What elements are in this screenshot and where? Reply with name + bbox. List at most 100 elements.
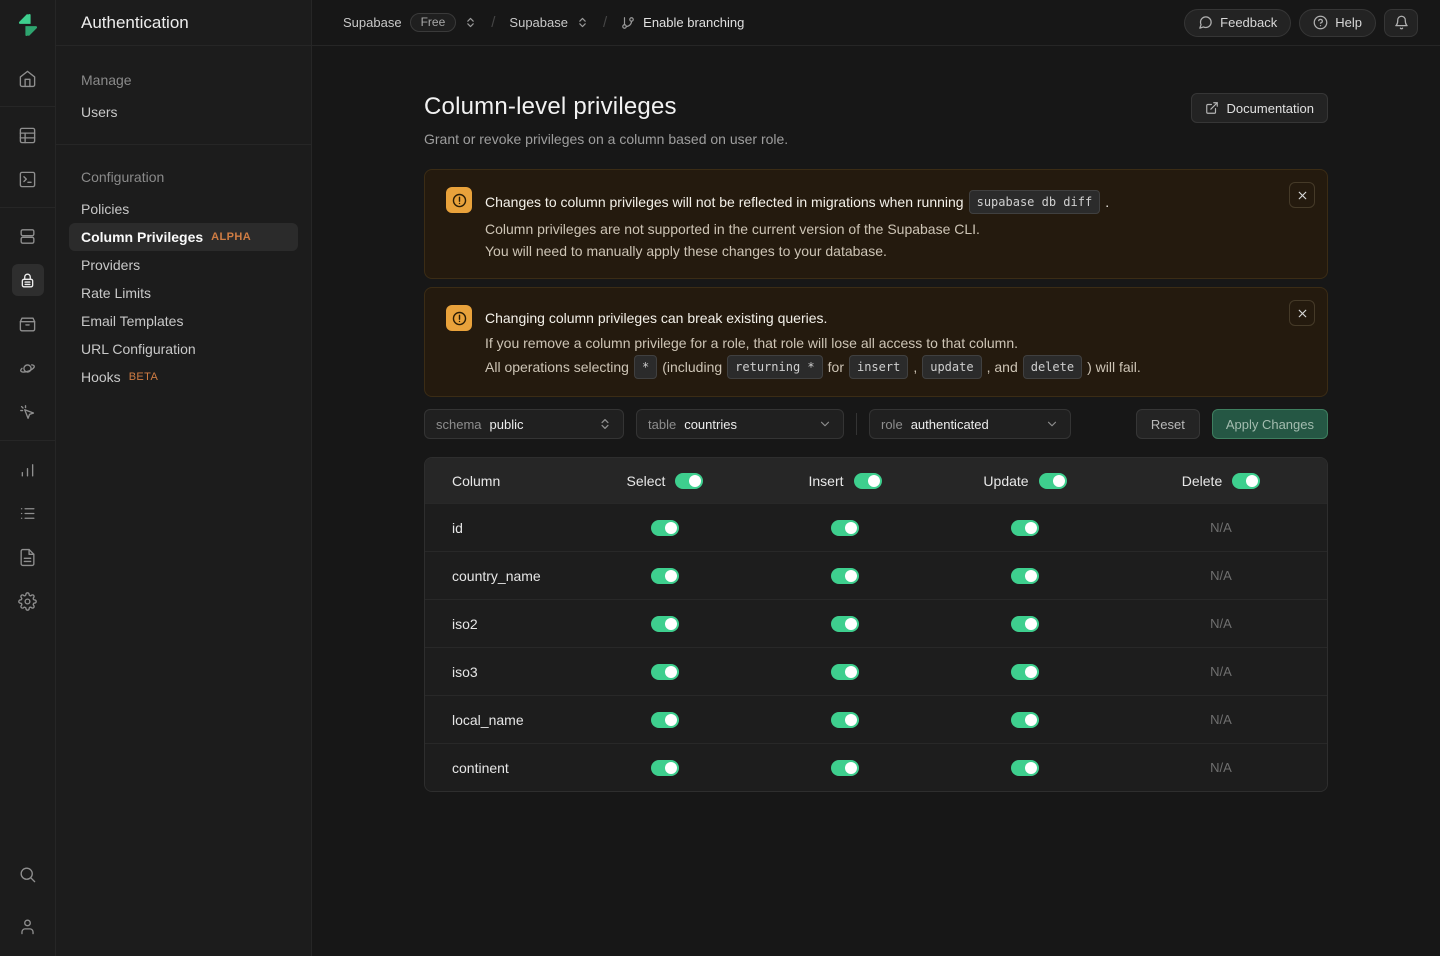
project-breadcrumb[interactable]: Supabase	[509, 15, 589, 30]
reports-icon[interactable]	[12, 453, 44, 485]
iso3-select-toggle[interactable]	[651, 664, 679, 680]
iso2-select-toggle[interactable]	[651, 616, 679, 632]
table-select[interactable]: table countries	[636, 409, 844, 439]
git-branch-icon	[621, 16, 635, 30]
notifications-button[interactable]	[1384, 9, 1418, 37]
warning-banner: Changes to column privileges will not be…	[424, 169, 1328, 279]
chevrons-updown-icon	[576, 16, 589, 29]
country_name-insert-toggle[interactable]	[831, 568, 859, 584]
local_name-insert-toggle[interactable]	[831, 712, 859, 728]
sidebar-item-label: Providers	[81, 257, 140, 273]
home-icon[interactable]	[12, 62, 44, 94]
inline-code-chip: insert	[849, 355, 908, 379]
sidebar-section-heading: Manage	[69, 66, 298, 94]
role-select[interactable]: role authenticated	[869, 409, 1071, 439]
column-name-cell: id	[425, 520, 575, 536]
banner-close-button[interactable]	[1289, 182, 1315, 208]
header-cell-update: Update	[935, 473, 1115, 489]
supabase-logo[interactable]	[10, 10, 46, 40]
apply-changes-button[interactable]: Apply Changes	[1212, 409, 1328, 439]
insert-cell	[755, 664, 935, 680]
api-docs-icon[interactable]	[12, 541, 44, 573]
sql-editor-icon[interactable]	[12, 163, 44, 195]
documentation-button[interactable]: Documentation	[1191, 93, 1328, 123]
logs-icon[interactable]	[12, 497, 44, 529]
update-all-toggle[interactable]	[1039, 473, 1067, 489]
id-select-toggle[interactable]	[651, 520, 679, 536]
authentication-icon[interactable]	[12, 264, 44, 296]
table-editor-icon[interactable]	[12, 119, 44, 151]
banner-text-segment: , and	[987, 357, 1018, 377]
continent-update-toggle[interactable]	[1011, 760, 1039, 776]
realtime-icon[interactable]	[12, 396, 44, 428]
sidebar-item-policies[interactable]: Policies	[69, 195, 298, 223]
settings-icon[interactable]	[12, 585, 44, 617]
sidebar-item-hooks[interactable]: HooksBETA	[69, 363, 298, 391]
sidebar-item-label: Rate Limits	[81, 285, 151, 301]
schema-select[interactable]: schema public	[424, 409, 624, 439]
sidebar-item-users[interactable]: Users	[69, 98, 298, 126]
sidebar-item-providers[interactable]: Providers	[69, 251, 298, 279]
delete-cell: N/A	[1115, 760, 1327, 775]
documentation-label: Documentation	[1227, 101, 1314, 116]
storage-icon[interactable]	[12, 308, 44, 340]
select-cell	[575, 568, 755, 584]
sidebar-item-badge: ALPHA	[211, 231, 251, 243]
column-name: local_name	[452, 712, 524, 728]
iso3-insert-toggle[interactable]	[831, 664, 859, 680]
select-all-toggle[interactable]	[675, 473, 703, 489]
sidebar-item-column-privileges[interactable]: Column PrivilegesALPHA	[69, 223, 298, 251]
enable-branching-label: Enable branching	[643, 15, 744, 30]
iso2-update-toggle[interactable]	[1011, 616, 1039, 632]
delete-cell: N/A	[1115, 664, 1327, 679]
local_name-update-toggle[interactable]	[1011, 712, 1039, 728]
delete-cell: N/A	[1115, 568, 1327, 583]
plan-badge: Free	[410, 13, 457, 32]
column-name-cell: local_name	[425, 712, 575, 728]
column-name: continent	[452, 760, 509, 776]
id-insert-toggle[interactable]	[831, 520, 859, 536]
sidebar-item-rate-limits[interactable]: Rate Limits	[69, 279, 298, 307]
banner-close-button[interactable]	[1289, 300, 1315, 326]
not-applicable-label: N/A	[1210, 616, 1232, 631]
header-cell-delete: Delete	[1115, 473, 1327, 489]
insert-all-toggle[interactable]	[854, 473, 882, 489]
edge-functions-icon[interactable]	[12, 352, 44, 384]
country_name-update-toggle[interactable]	[1011, 568, 1039, 584]
sidebar-item-label: Policies	[81, 201, 129, 217]
local_name-select-toggle[interactable]	[651, 712, 679, 728]
country_name-select-toggle[interactable]	[651, 568, 679, 584]
chevrons-updown-icon	[464, 16, 477, 29]
role-value: authenticated	[911, 417, 989, 432]
database-icon[interactable]	[12, 220, 44, 252]
org-breadcrumb[interactable]: Supabase Free	[343, 13, 477, 32]
id-update-toggle[interactable]	[1011, 520, 1039, 536]
continent-select-toggle[interactable]	[651, 760, 679, 776]
insert-cell	[755, 712, 935, 728]
search-icon[interactable]	[12, 858, 44, 890]
reset-button[interactable]: Reset	[1136, 409, 1200, 439]
chevron-down-icon	[818, 417, 832, 431]
continent-insert-toggle[interactable]	[831, 760, 859, 776]
banner-content: Changing column privileges can break exi…	[485, 305, 1141, 381]
banner-text-segment: (including	[662, 357, 722, 377]
role-label: role	[881, 417, 903, 432]
delete-all-toggle[interactable]	[1232, 473, 1260, 489]
account-icon[interactable]	[12, 910, 44, 942]
enable-branching-button[interactable]: Enable branching	[621, 15, 744, 30]
iso2-insert-toggle[interactable]	[831, 616, 859, 632]
select-cell	[575, 664, 755, 680]
banner-title: Changes to column privileges will not be…	[485, 190, 1109, 214]
help-button[interactable]: Help	[1299, 9, 1376, 37]
not-applicable-label: N/A	[1210, 568, 1232, 583]
iso3-update-toggle[interactable]	[1011, 664, 1039, 680]
sidebar-item-url-configuration[interactable]: URL Configuration	[69, 335, 298, 363]
column-name: iso3	[452, 664, 478, 680]
sidebar-item-email-templates[interactable]: Email Templates	[69, 307, 298, 335]
not-applicable-label: N/A	[1210, 664, 1232, 679]
column-name: id	[452, 520, 463, 536]
delete-cell: N/A	[1115, 520, 1327, 535]
chevrons-updown-icon	[598, 417, 612, 431]
feedback-button[interactable]: Feedback	[1184, 9, 1291, 37]
banner-text-segment: .	[1105, 192, 1109, 212]
